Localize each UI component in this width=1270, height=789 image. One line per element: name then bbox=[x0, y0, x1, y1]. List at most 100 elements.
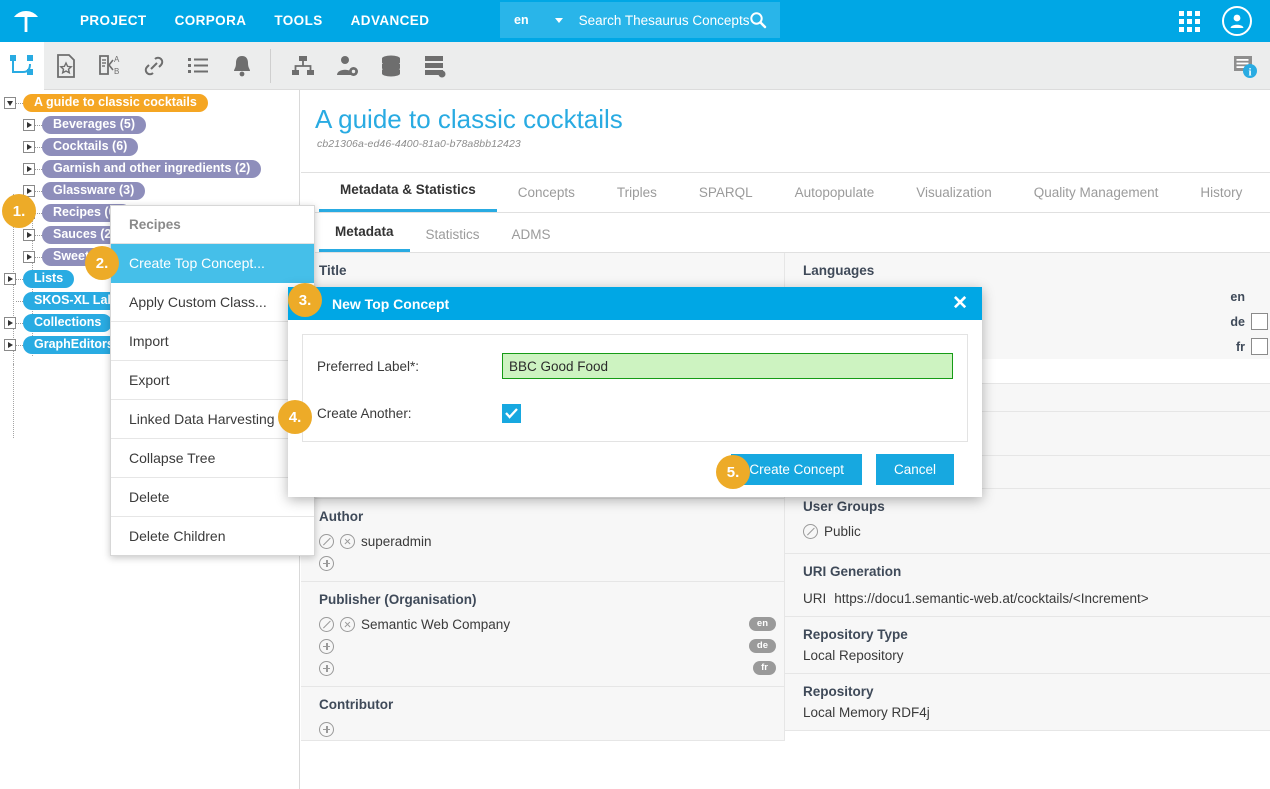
uri-row: URIhttps://docu1.semantic-web.at/cocktai… bbox=[785, 585, 1270, 616]
list-icon[interactable] bbox=[176, 42, 220, 90]
metadata-add-row[interactable] bbox=[301, 718, 784, 740]
expand-toggle-icon[interactable] bbox=[4, 273, 16, 285]
add-icon[interactable] bbox=[319, 639, 334, 654]
svg-text:i: i bbox=[1248, 66, 1251, 78]
thesaurus-icon[interactable] bbox=[0, 42, 44, 90]
app-logo[interactable] bbox=[0, 0, 52, 42]
expand-toggle-icon[interactable] bbox=[4, 317, 16, 329]
tab-quality-management[interactable]: Quality Management bbox=[1013, 185, 1180, 212]
expand-toggle-icon[interactable] bbox=[23, 141, 35, 153]
remove-icon[interactable] bbox=[340, 617, 355, 632]
tree-node-beverages[interactable]: Beverages (5) bbox=[23, 116, 146, 134]
tree-node-cocktails[interactable]: Cocktails (6) bbox=[23, 138, 138, 156]
tab-sparql[interactable]: SPARQL bbox=[678, 185, 774, 212]
language-checkbox[interactable] bbox=[1251, 313, 1268, 330]
tree-node-label[interactable]: Cocktails (6) bbox=[42, 138, 138, 156]
context-menu-item-export[interactable]: Export bbox=[111, 361, 314, 400]
subtab-adms[interactable]: ADMS bbox=[496, 227, 567, 252]
cancel-button[interactable]: Cancel bbox=[876, 454, 954, 485]
tree-node-collections[interactable]: Collections bbox=[4, 314, 112, 332]
collapse-toggle-icon[interactable] bbox=[4, 97, 16, 109]
database-icon[interactable] bbox=[369, 42, 413, 90]
tree-node-root[interactable]: A guide to classic cocktails bbox=[4, 94, 208, 112]
dialog-body: Preferred Label*: Create Another: Create… bbox=[288, 320, 982, 485]
add-icon[interactable] bbox=[319, 661, 334, 676]
link-icon[interactable] bbox=[132, 42, 176, 90]
tree-node-grapheditors[interactable]: GraphEditors bbox=[4, 336, 125, 354]
context-menu-item-apply-custom-class[interactable]: Apply Custom Class... bbox=[111, 283, 314, 322]
tree-node-label[interactable]: Lists bbox=[23, 270, 74, 288]
edit-icon[interactable] bbox=[319, 534, 334, 549]
metadata-row[interactable]: superadmin bbox=[301, 530, 784, 552]
metadata-row[interactable]: Public bbox=[785, 520, 1270, 542]
language-chip: de bbox=[749, 639, 776, 653]
metadata-row[interactable]: Semantic Web Company en bbox=[301, 613, 784, 635]
tab-triples[interactable]: Triples bbox=[596, 185, 678, 212]
section-heading: Repository Type bbox=[785, 617, 1270, 648]
menu-tools[interactable]: TOOLS bbox=[260, 0, 336, 42]
create-another-checkbox[interactable] bbox=[502, 404, 521, 423]
subtab-statistics[interactable]: Statistics bbox=[410, 227, 496, 252]
document-star-icon[interactable] bbox=[44, 42, 88, 90]
expand-toggle-icon[interactable] bbox=[23, 163, 35, 175]
notification-bell-icon[interactable] bbox=[220, 42, 264, 90]
context-menu-item-import[interactable]: Import bbox=[111, 322, 314, 361]
preferred-label-input[interactable] bbox=[502, 353, 953, 379]
tab-concepts[interactable]: Concepts bbox=[497, 185, 596, 212]
add-icon[interactable] bbox=[319, 722, 334, 737]
page-title: A guide to classic cocktails bbox=[301, 90, 1270, 135]
tree-connector bbox=[35, 169, 42, 170]
tab-history[interactable]: History bbox=[1179, 185, 1263, 212]
search-icon[interactable] bbox=[749, 11, 767, 29]
create-concept-button[interactable]: Create Concept bbox=[731, 454, 862, 485]
tab-autopopulate[interactable]: Autopopulate bbox=[774, 185, 896, 212]
tree-node-label[interactable]: Collections bbox=[23, 314, 112, 332]
expand-toggle-icon[interactable] bbox=[23, 119, 35, 131]
context-menu-item-create-top-concept[interactable]: Create Top Concept... bbox=[111, 244, 314, 283]
user-avatar-icon[interactable] bbox=[1222, 6, 1252, 36]
menu-corpora[interactable]: CORPORA bbox=[161, 0, 261, 42]
tree-context-menu[interactable]: Recipes Create Top Concept... Apply Cust… bbox=[110, 205, 315, 556]
translate-document-icon[interactable]: AB bbox=[88, 42, 132, 90]
thesaurus-search-box[interactable]: en Search Thesaurus Concepts bbox=[500, 2, 780, 38]
context-menu-item-delete-children[interactable]: Delete Children bbox=[111, 517, 314, 555]
tab-visualization[interactable]: Visualization bbox=[895, 185, 1013, 212]
tree-node-label[interactable]: Beverages (5) bbox=[42, 116, 146, 134]
add-icon[interactable] bbox=[319, 556, 334, 571]
expand-toggle-icon[interactable] bbox=[23, 251, 35, 263]
top-right-actions bbox=[1179, 0, 1262, 42]
search-input[interactable]: Search Thesaurus Concepts bbox=[579, 13, 750, 28]
menu-project[interactable]: PROJECT bbox=[66, 0, 161, 42]
tree-node-lists[interactable]: Lists bbox=[4, 270, 74, 288]
subtab-metadata[interactable]: Metadata bbox=[319, 224, 410, 252]
metadata-add-row[interactable] bbox=[301, 552, 784, 574]
expand-toggle-icon[interactable] bbox=[4, 339, 16, 351]
metadata-add-row[interactable]: de bbox=[301, 635, 784, 657]
top-navigation-bar: PROJECT CORPORA TOOLS ADVANCED en Search… bbox=[0, 0, 1270, 42]
section-heading: Languages bbox=[785, 253, 1270, 284]
hierarchy-icon[interactable] bbox=[281, 42, 325, 90]
tree-connector bbox=[16, 301, 23, 302]
info-icon[interactable]: i bbox=[1230, 51, 1260, 81]
apps-grid-icon[interactable] bbox=[1179, 11, 1200, 32]
close-icon[interactable]: ✕ bbox=[952, 294, 968, 313]
language-checkbox[interactable] bbox=[1251, 338, 1268, 355]
edit-icon[interactable] bbox=[803, 524, 818, 539]
tree-node-label[interactable]: Glassware (3) bbox=[42, 182, 145, 200]
server-icon[interactable] bbox=[413, 42, 457, 90]
metadata-add-row[interactable]: fr bbox=[301, 657, 784, 679]
expand-toggle-icon[interactable] bbox=[23, 229, 35, 241]
tree-node-glassware[interactable]: Glassware (3) bbox=[23, 182, 145, 200]
tree-node-label[interactable]: Garnish and other ingredients (2) bbox=[42, 160, 261, 178]
remove-icon[interactable] bbox=[340, 534, 355, 549]
menu-advanced[interactable]: ADVANCED bbox=[337, 0, 444, 42]
edit-icon[interactable] bbox=[319, 617, 334, 632]
context-menu-item-collapse-tree[interactable]: Collapse Tree bbox=[111, 439, 314, 478]
tree-node-garnish[interactable]: Garnish and other ingredients (2) bbox=[23, 160, 261, 178]
section-repository-type: Repository Type Local Repository bbox=[785, 617, 1270, 674]
tree-root-label[interactable]: A guide to classic cocktails bbox=[23, 94, 208, 112]
chevron-down-icon[interactable] bbox=[555, 18, 563, 23]
user-settings-icon[interactable] bbox=[325, 42, 369, 90]
context-menu-item-delete[interactable]: Delete bbox=[111, 478, 314, 517]
tab-metadata-statistics[interactable]: Metadata & Statistics bbox=[319, 182, 497, 212]
